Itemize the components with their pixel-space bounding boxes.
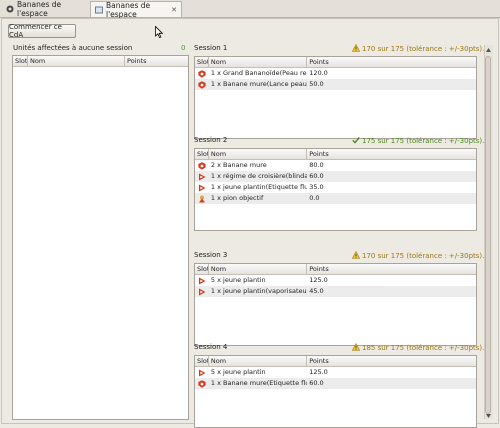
- column-header-points[interactable]: Points: [307, 356, 476, 366]
- column-header-nom[interactable]: Nom: [209, 264, 308, 274]
- unit-points: 125.0: [309, 276, 328, 284]
- start-cda-button[interactable]: Commencer ce CdA: [8, 23, 76, 39]
- hq-icon: [195, 79, 209, 90]
- session-status: 175 sur 175 (tolérance : +/-30pts).: [352, 136, 484, 146]
- table-header: Slot Nom Points: [195, 356, 476, 367]
- column-header-slot[interactable]: Slot: [13, 56, 28, 66]
- unit-points: 50.0: [309, 80, 324, 88]
- troops-icon: [195, 171, 209, 182]
- table-header: Slot Nom Points: [195, 57, 476, 68]
- unit-name: 1 x Banane mure(Lance peau: [210, 80, 307, 88]
- unit-name: 1 x jeune plantin(vaporisateu: [210, 287, 307, 295]
- unit-name: 2 x Banane mure: [210, 161, 267, 169]
- column-header-slot[interactable]: Slot: [195, 264, 209, 274]
- table-row[interactable]: 1 x Banane mure(Etiquette flu 60.0: [195, 378, 476, 389]
- tab-label: Bananes de l'espace: [106, 0, 151, 19]
- warning-icon: [351, 250, 361, 261]
- unit-name: 5 x jeune plantin: [210, 368, 266, 376]
- session-table[interactable]: Slot Nom Points 5 x jeune plantin 125.0 1 x B…: [194, 355, 477, 428]
- unassigned-title: Unités affectées à aucune session: [13, 44, 133, 52]
- unit-points: 80.0: [309, 161, 324, 169]
- unit-name: 1 x Banane mure(Etiquette flu: [210, 379, 308, 387]
- session-title: Session 3: [194, 251, 228, 259]
- session-table[interactable]: Slot Nom Points 5 x jeune plantin 125.0 1 x j…: [194, 263, 477, 346]
- unit-name: 1 x Grand Bananoïde(Peau re: [210, 69, 307, 77]
- tab-bananes-2[interactable]: Bananes de l'espace ✕: [90, 0, 182, 19]
- scrollbar-thumb[interactable]: [485, 56, 491, 414]
- unit-points: 120.0: [309, 69, 328, 77]
- mouse-cursor-icon: [155, 26, 163, 38]
- unit-name: 5 x jeune plantin: [210, 276, 266, 284]
- session-summary: 170 sur 175 (tolérance : +/-30pts).: [362, 252, 485, 260]
- column-header-nom[interactable]: Nom: [209, 356, 308, 366]
- tab-label: Bananes de l'espace: [17, 0, 62, 18]
- session-table[interactable]: Slot Nom Points 1 x Grand Bananoïde(Peau re…: [194, 56, 477, 139]
- table-row[interactable]: 2 x Banane mure 80.0: [195, 160, 476, 171]
- session-table[interactable]: Slot Nom Points 2 x Banane mure 80.0 1 x régi…: [194, 148, 477, 231]
- session-title: Session 1: [194, 44, 228, 52]
- unit-points: 35.0: [309, 183, 324, 191]
- check-icon: [352, 136, 360, 146]
- hq-icon: [195, 378, 209, 389]
- editor-icon: [95, 6, 103, 14]
- unit-points: 125.0: [309, 368, 328, 376]
- session-status: 170 sur 175 (tolérance : +/-30pts).: [351, 250, 485, 261]
- unit-name: 1 x pion objectif: [210, 194, 264, 202]
- troops-icon: [195, 182, 209, 193]
- unit-points: 60.0: [309, 379, 324, 387]
- objective-icon: [195, 193, 209, 204]
- unit-name: 1 x jeune plantin(Etiquette flu: [210, 183, 308, 191]
- session-title: Session 2: [194, 136, 228, 144]
- troops-icon: [195, 367, 209, 378]
- column-header-slot[interactable]: Slot: [195, 149, 209, 159]
- session-status: 170 sur 175 (tolérance : +/-30pts).: [351, 43, 485, 54]
- table-row[interactable]: 5 x jeune plantin 125.0: [195, 275, 476, 286]
- column-header-nom[interactable]: Nom: [209, 57, 308, 67]
- scroll-down-arrow-icon[interactable]: [485, 413, 492, 419]
- column-header-points[interactable]: Points: [307, 264, 476, 274]
- scroll-up-arrow-icon[interactable]: [485, 47, 492, 53]
- session-title: Session 4: [194, 343, 228, 351]
- session-summary: 175 sur 175 (tolérance : +/-30pts).: [362, 137, 485, 145]
- column-header-slot[interactable]: Slot: [195, 57, 209, 67]
- hq-icon: [195, 160, 209, 171]
- table-row[interactable]: 1 x jeune plantin(Etiquette flu 35.0: [195, 182, 476, 193]
- column-header-nom[interactable]: Nom: [28, 56, 125, 66]
- troops-icon: [195, 275, 209, 286]
- table-row[interactable]: 1 x régime de croisière(blinda 60.0: [195, 171, 476, 182]
- troops-icon: [195, 286, 209, 297]
- table-row[interactable]: 1 x Grand Bananoïde(Peau re 120.0: [195, 68, 476, 79]
- column-header-slot[interactable]: Slot: [195, 356, 209, 366]
- tab-bananes-1[interactable]: Bananes de l'espace: [2, 0, 88, 18]
- column-header-points[interactable]: Points: [307, 57, 476, 67]
- unassigned-count: 0: [181, 44, 186, 52]
- table-row[interactable]: 1 x jeune plantin(vaporisateu 45.0: [195, 286, 476, 297]
- table-row[interactable]: 1 x pion objectif 0.0: [195, 193, 476, 204]
- unit-points: 45.0: [309, 287, 324, 295]
- warning-icon: [351, 43, 361, 54]
- app-icon: [6, 5, 14, 13]
- table-header: Slot Nom Points: [195, 264, 476, 275]
- column-header-points[interactable]: Points: [307, 149, 476, 159]
- unit-points: 60.0: [309, 172, 324, 180]
- warning-icon: [351, 342, 361, 353]
- table-header: Slot Nom Points: [13, 56, 188, 67]
- column-header-nom[interactable]: Nom: [209, 149, 308, 159]
- session-summary: 185 sur 175 (tolérance : +/-30pts).: [362, 344, 485, 352]
- close-icon[interactable]: ✕: [171, 6, 177, 14]
- column-header-points[interactable]: Points: [125, 56, 188, 66]
- unassigned-table[interactable]: Slot Nom Points: [12, 55, 189, 420]
- session-status: 185 sur 175 (tolérance : +/-30pts).: [351, 342, 485, 353]
- unit-points: 0.0: [309, 194, 320, 202]
- unit-name: 1 x régime de croisière(blinda: [210, 172, 308, 180]
- hq-icon: [195, 68, 209, 79]
- table-header: Slot Nom Points: [195, 149, 476, 160]
- table-row[interactable]: 5 x jeune plantin 125.0: [195, 367, 476, 378]
- session-summary: 170 sur 175 (tolérance : +/-30pts).: [362, 45, 485, 53]
- table-row[interactable]: 1 x Banane mure(Lance peau 50.0: [195, 79, 476, 90]
